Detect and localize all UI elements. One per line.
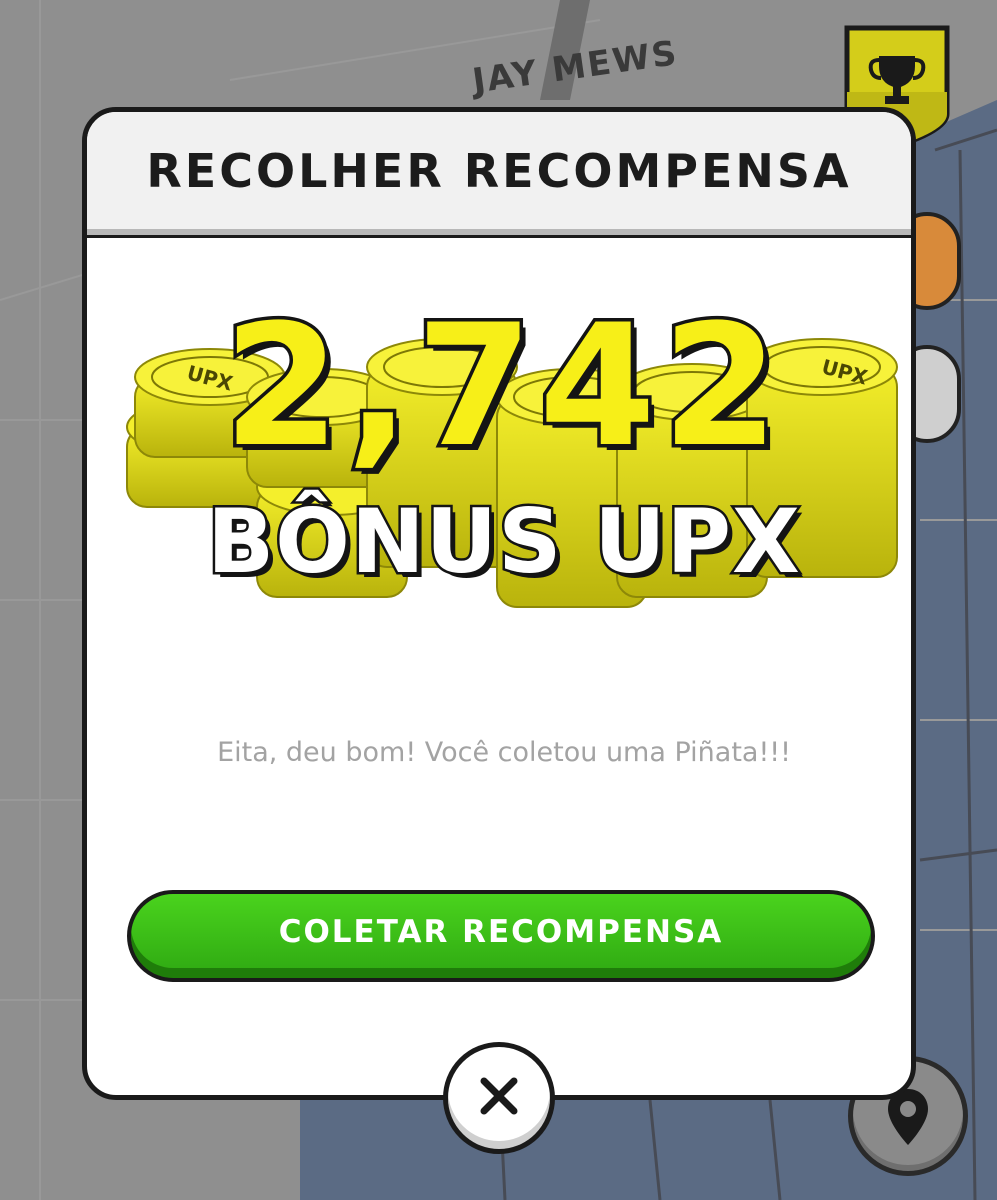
collect-reward-button-label: COLETAR RECOMPENSA (278, 914, 724, 950)
modal-title: RECOLHER RECOMPENSA (146, 144, 852, 198)
modal-header: RECOLHER RECOMPENSA (87, 112, 911, 238)
reward-label: BÔNUS UPX (205, 490, 803, 593)
collect-reward-modal: RECOLHER RECOMPENSA UPX UPX 2,742 BÔNUS … (82, 107, 916, 1100)
collect-reward-button[interactable]: COLETAR RECOMPENSA (127, 890, 875, 982)
reward-message: Eita, deu bom! Você coletou uma Piñata!!… (217, 737, 791, 768)
close-button[interactable] (443, 1042, 555, 1154)
close-icon (480, 1077, 518, 1115)
reward-amount: 2,742 (220, 288, 785, 484)
